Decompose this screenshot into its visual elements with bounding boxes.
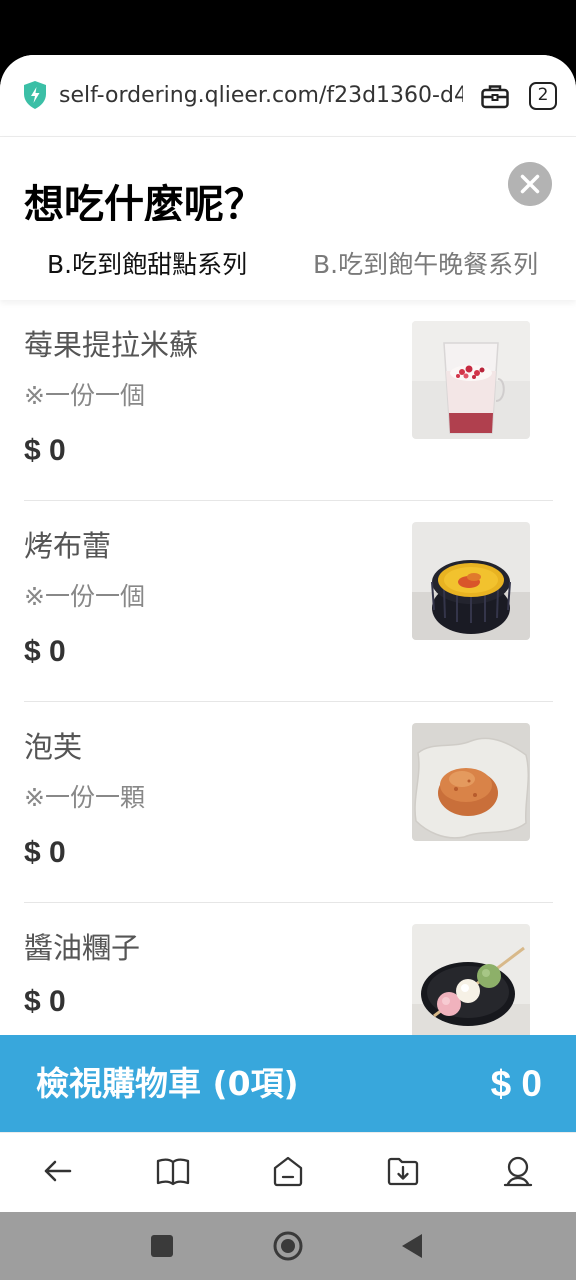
creme-brulee-image[interactable] [412,522,530,640]
menu-item[interactable]: 莓果提拉米蘇 ※一份一個 $ 0 [24,300,553,501]
item-note: ※一份一顆 [24,783,145,812]
home-circle-icon[interactable] [272,1230,304,1262]
browser-window: self-ordering.qlieer.com/f23d1360-d4e 2 … [0,55,576,1212]
system-nav-bar [0,1212,576,1280]
item-name: 莓果提拉米蘇 [24,328,199,362]
menu-item[interactable]: 泡芙 ※一份一顆 $ 0 [24,702,553,903]
close-button[interactable] [508,162,552,206]
tab-count-button[interactable]: 2 [529,82,557,110]
menu-header: 想吃什麼呢？ B.吃到飽甜點系列 B.吃到飽午晚餐系列 [0,137,576,300]
address-bar[interactable]: self-ordering.qlieer.com/f23d1360-d4e 2 [0,55,576,137]
item-note: ※一份一個 [24,381,145,410]
item-name: 泡芙 [24,730,83,764]
back-triangle-icon[interactable] [396,1230,428,1262]
briefcase-icon[interactable] [480,81,510,111]
download-icon[interactable] [385,1153,421,1189]
phone-screen: self-ordering.qlieer.com/f23d1360-d4e 2 … [0,0,576,1280]
menu-item[interactable]: 烤布蕾 ※一份一個 $ 0 [24,501,553,702]
tab-dessert-buffet[interactable]: B.吃到飽甜點系列 [47,247,247,283]
item-note: ※一份一個 [24,582,145,611]
tab-lunch-dinner-buffet[interactable]: B.吃到飽午晚餐系列 [313,247,538,283]
berry-tiramisu-image[interactable] [412,321,530,439]
item-name: 醬油糰子 [24,931,141,965]
back-arrow-icon[interactable] [40,1153,76,1189]
menu-item-list[interactable]: 莓果提拉米蘇 ※一份一個 $ 0 烤布蕾 ※一份一個 $ 0 泡芙 ※一份一顆 … [0,300,576,1035]
cart-total: $ 0 [490,1063,542,1104]
view-cart-button[interactable]: 檢視購物車 (0項) $ 0 [0,1035,576,1132]
cart-label: 檢視購物車 (0項) [36,1064,299,1103]
home-icon[interactable] [270,1153,306,1189]
shield-icon[interactable] [22,80,48,110]
url-text[interactable]: self-ordering.qlieer.com/f23d1360-d4e [59,79,463,113]
item-price: $ 0 [24,985,66,1018]
item-price: $ 0 [24,635,66,668]
browser-bottom-nav [0,1132,576,1212]
item-price: $ 0 [24,434,66,467]
cream-puff-image[interactable] [412,723,530,841]
recents-square-icon[interactable] [146,1230,178,1262]
menu-item[interactable]: 醬油糰子 $ 0 [24,903,553,1035]
item-name: 烤布蕾 [24,529,112,563]
item-price: $ 0 [24,836,66,869]
mitarashi-dango-image[interactable] [412,924,530,1035]
page-title: 想吃什麼呢？ [24,182,264,221]
book-icon[interactable] [155,1153,191,1189]
profile-icon[interactable] [500,1153,536,1189]
